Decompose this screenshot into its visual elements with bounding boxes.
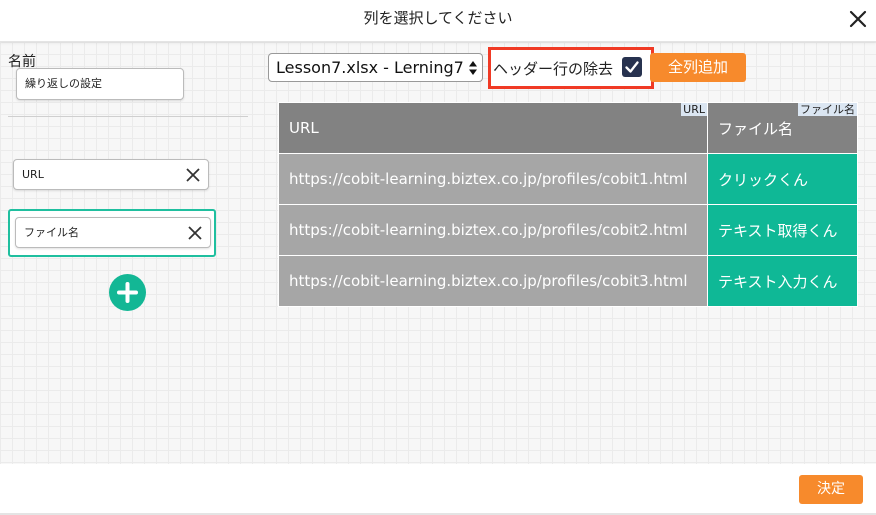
dialog-footer — [0, 464, 876, 515]
header-remove-label: ヘッダー行の除去 — [493, 60, 614, 78]
remove-icon[interactable] — [187, 225, 203, 241]
name-input[interactable]: 繰り返しの設定 — [16, 68, 184, 100]
select-arrows-icon — [469, 61, 477, 75]
add-all-columns-button[interactable]: 全列追加 — [650, 53, 746, 82]
file-select[interactable]: Lesson7.xlsx - Lerning7 — [268, 53, 483, 82]
header-remove-checkbox[interactable] — [622, 57, 642, 77]
table-header-row: URL URL ファイル名 ファイル名 — [278, 102, 858, 154]
table-cell: テキスト入力くん — [707, 255, 858, 307]
plus-circle-icon — [117, 282, 138, 303]
column-field-label: ファイル名 — [24, 226, 79, 239]
header-text: ファイル名 — [718, 119, 794, 138]
table-cell: https://cobit-learning.biztex.co.jp/prof… — [278, 255, 708, 307]
table-row: https://cobit-learning.biztex.co.jp/prof… — [278, 153, 858, 205]
column-field-label: URL — [22, 168, 44, 181]
file-select-value: Lesson7.xlsx - Lerning7 — [276, 58, 464, 77]
dialog-header: 列を選択してください — [0, 0, 876, 42]
table-header-cell[interactable]: URL URL — [278, 102, 708, 154]
table-cell: https://cobit-learning.biztex.co.jp/prof… — [278, 153, 708, 205]
table-header-cell[interactable]: ファイル名 ファイル名 — [707, 102, 858, 154]
table-cell: クリックくん — [707, 153, 858, 205]
column-tag: URL — [681, 103, 707, 116]
column-tag: ファイル名 — [798, 103, 857, 116]
table-row: https://cobit-learning.biztex.co.jp/prof… — [278, 204, 858, 256]
column-field-url[interactable]: URL — [13, 159, 209, 190]
column-field-filename[interactable]: ファイル名 — [15, 217, 211, 248]
table-cell: テキスト取得くん — [707, 204, 858, 256]
close-icon[interactable] — [848, 9, 868, 29]
confirm-button[interactable]: 決定 — [799, 475, 863, 504]
preview-table: URL URL ファイル名 ファイル名 https://cobit-learni… — [278, 102, 858, 307]
remove-icon[interactable] — [185, 167, 201, 183]
dialog-title: 列を選択してください — [363, 9, 513, 27]
divider — [8, 116, 248, 117]
table-cell: https://cobit-learning.biztex.co.jp/prof… — [278, 204, 708, 256]
add-column-button[interactable] — [109, 274, 146, 311]
checkmark-icon — [625, 61, 639, 73]
header-text: URL — [289, 119, 319, 137]
table-row: https://cobit-learning.biztex.co.jp/prof… — [278, 255, 858, 307]
